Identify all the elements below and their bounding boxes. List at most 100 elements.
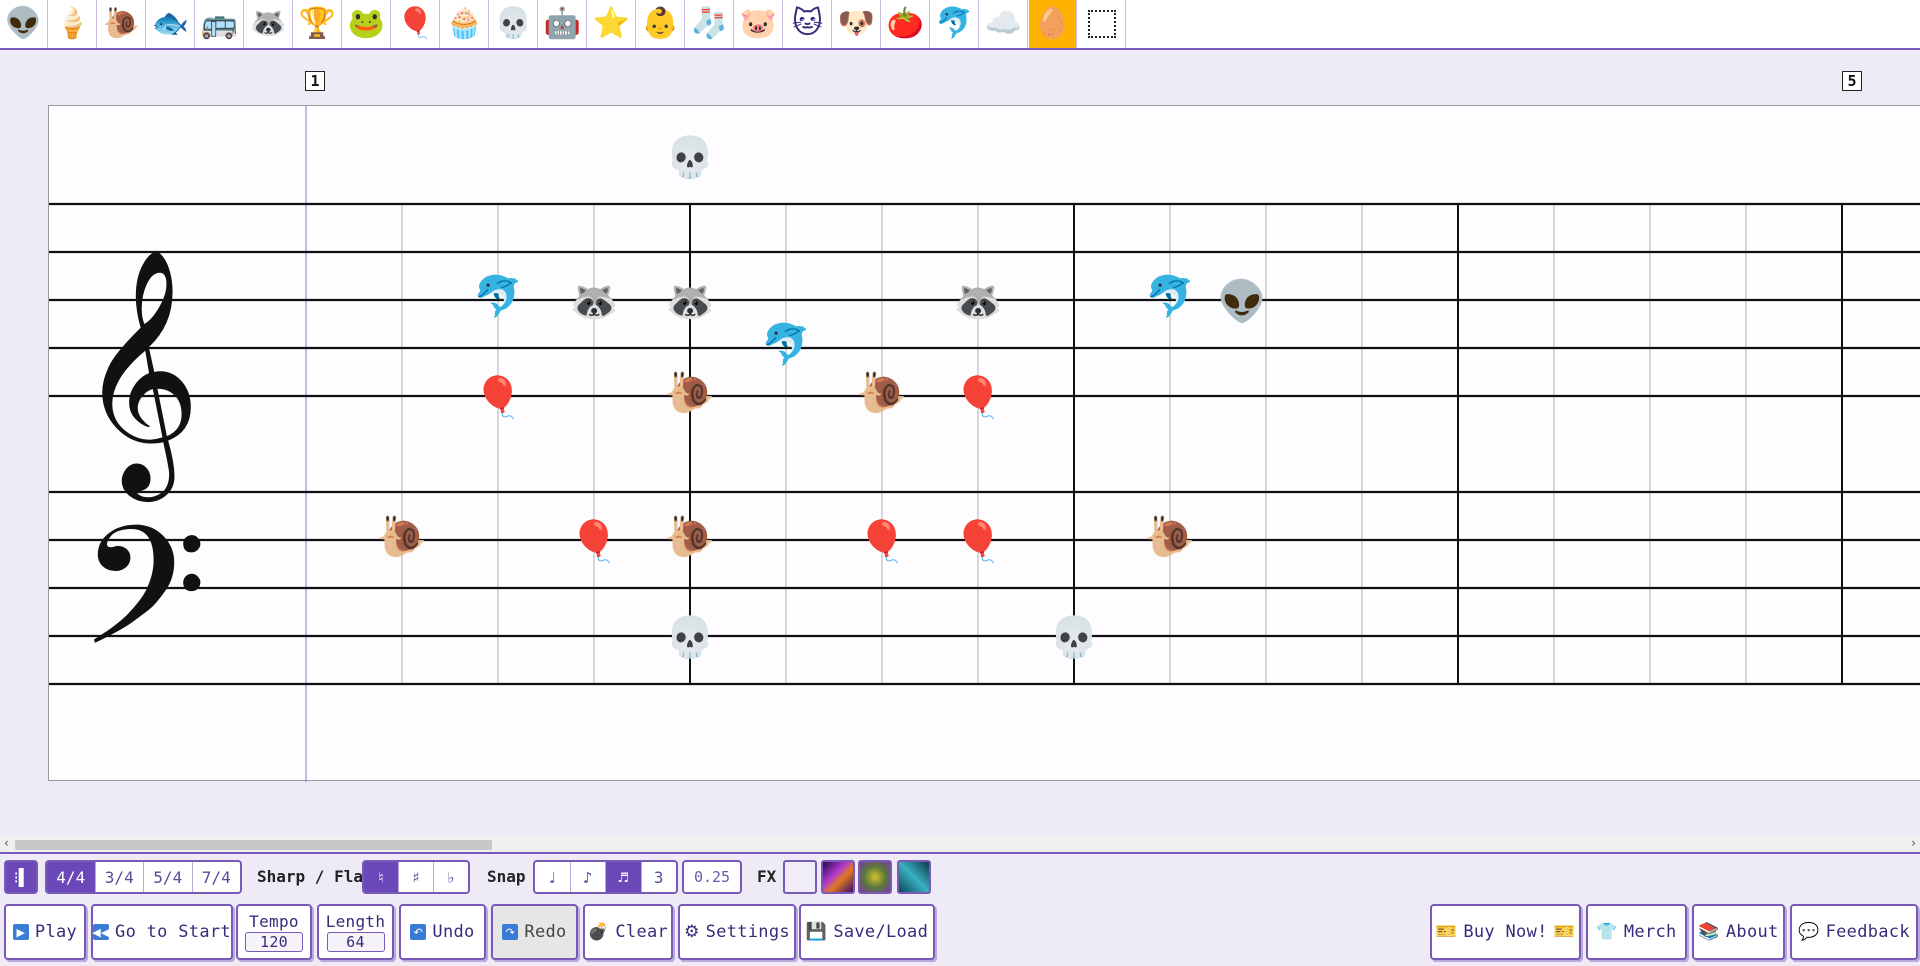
snail-icon[interactable]: 🐌 <box>98 0 146 48</box>
save-load-button[interactable]: 💾 Save/Load <box>799 904 935 960</box>
cloud-icon[interactable]: ☁️ <box>980 0 1028 48</box>
snap-option[interactable]: ♬ <box>606 862 642 892</box>
raccoon-note[interactable]: 🦝 <box>953 279 1003 325</box>
length-control[interactable]: Length 64 <box>317 904 394 960</box>
length-value[interactable]: 64 <box>326 932 385 952</box>
snap-label: Snap <box>487 867 526 886</box>
raccoon-note[interactable]: 🦝 <box>665 279 715 325</box>
measure-number: 5 <box>1842 71 1862 91</box>
alien-note[interactable]: 👽 <box>1217 277 1267 325</box>
score-canvas[interactable]: 𝄞 𝄢 💀 🐬 🦝 🦝 🦝 🐬 👽 🐬 🎈 🐌 🐌 🎈 🐌 🎈 🐌 🎈 🎈 🐌 💀 💀 <box>48 105 1920 782</box>
tempo-control[interactable]: Tempo 120 <box>236 904 312 960</box>
shirt-icon: 👕 <box>1596 922 1618 942</box>
accidental-selector[interactable]: ♮ ♯ ♭ <box>362 860 470 894</box>
redo-icon: ↷ <box>502 924 519 940</box>
skull-note[interactable]: 💀 <box>665 134 715 181</box>
scroll-thumb[interactable] <box>15 840 492 850</box>
snap-option[interactable]: ♪ <box>571 862 606 892</box>
scroll-right-icon[interactable]: › <box>1911 836 1916 850</box>
raccoon-icon[interactable]: 🦝 <box>245 0 293 48</box>
scroll-left-icon[interactable]: ‹ <box>4 836 9 850</box>
snap-selector[interactable]: ♩ ♪ ♬ 3 <box>533 860 678 894</box>
gear-icon: ⚙ <box>684 922 700 942</box>
settings-label: Settings <box>705 922 790 942</box>
snap-value-field[interactable]: 0.25 <box>682 860 742 894</box>
clear-button[interactable]: 💣 Clear <box>583 904 673 960</box>
alien-icon[interactable]: 👽 <box>0 0 48 48</box>
time-signature-option[interactable]: 5/4 <box>144 862 193 892</box>
tomato-icon[interactable]: 🍅 <box>882 0 930 48</box>
time-signature-selector[interactable]: 4/4 3/4 5/4 7/4 <box>45 860 242 894</box>
time-signature-option[interactable]: 3/4 <box>96 862 144 892</box>
ice-cream-icon[interactable]: 🍦 <box>49 0 97 48</box>
snap-option[interactable]: ♩ <box>535 862 571 892</box>
skull-note[interactable]: 💀 <box>665 614 715 661</box>
robot-icon[interactable]: 🤖 <box>539 0 587 48</box>
beach-ball-note[interactable]: 🎈 <box>569 517 619 565</box>
baby-icon[interactable]: 👶 <box>637 0 685 48</box>
fish-icon[interactable]: 🐟 <box>147 0 195 48</box>
ticket-icon: 🎫 <box>1435 922 1458 942</box>
tempo-label: Tempo <box>249 912 299 931</box>
tempo-value[interactable]: 120 <box>245 932 303 952</box>
fx-swatch-1[interactable] <box>821 860 855 894</box>
trophy-icon[interactable]: 🏆 <box>294 0 342 48</box>
buy-now-button[interactable]: 🎫 Buy Now! 🎫 <box>1430 904 1581 960</box>
beach-ball-note[interactable]: 🎈 <box>473 373 523 421</box>
snail-note[interactable]: 🐌 <box>377 514 427 560</box>
redo-label: Redo <box>524 922 567 942</box>
book-icon: 📚 <box>1698 922 1720 942</box>
feedback-button[interactable]: 💬 Feedback <box>1790 904 1918 960</box>
redo-button[interactable]: ↷ Redo <box>491 904 578 960</box>
star-icon[interactable]: ⭐ <box>588 0 636 48</box>
snail-note[interactable]: 🐌 <box>1145 514 1195 560</box>
accidental-option[interactable]: ♭ <box>434 862 468 892</box>
beach-ball-note[interactable]: 🎈 <box>953 373 1003 421</box>
dolphin-note[interactable]: 🐬 <box>473 272 523 320</box>
skull-note[interactable]: 💀 <box>1049 614 1099 661</box>
raccoon-note[interactable]: 🦝 <box>569 279 619 325</box>
sock-icon[interactable]: 🧦 <box>686 0 734 48</box>
merch-button[interactable]: 👕 Merch <box>1586 904 1687 960</box>
buy-now-label: Buy Now! <box>1463 922 1548 942</box>
about-button[interactable]: 📚 About <box>1692 904 1785 960</box>
undo-label: Undo <box>432 922 475 942</box>
skull-icon[interactable]: 💀 <box>490 0 538 48</box>
dog-icon[interactable]: 🐶 <box>833 0 881 48</box>
undo-button[interactable]: ↶ Undo <box>399 904 486 960</box>
pig-icon[interactable]: 🐷 <box>735 0 783 48</box>
school-bus-icon[interactable]: 🚌 <box>196 0 244 48</box>
merch-label: Merch <box>1623 922 1677 942</box>
go-to-start-button[interactable]: ◀◀ Go to Start <box>91 904 233 960</box>
beach-ball-note[interactable]: 🎈 <box>953 517 1003 565</box>
beach-ball-icon[interactable]: 🎈 <box>392 0 440 48</box>
time-signature-option[interactable]: 4/4 <box>47 862 96 892</box>
accidental-option[interactable]: ♯ <box>399 862 434 892</box>
dolphin-icon[interactable]: 🐬 <box>931 0 979 48</box>
select-box-icon[interactable] <box>1078 0 1126 48</box>
fx-swatch-3[interactable] <box>897 860 931 894</box>
save-load-label: Save/Load <box>833 922 929 942</box>
settings-button[interactable]: ⚙ Settings <box>678 904 796 960</box>
cat-icon[interactable]: 🐱 <box>784 0 832 48</box>
eraser-icon[interactable]: 🥚 <box>1029 0 1077 48</box>
beach-ball-note[interactable]: 🎈 <box>857 517 907 565</box>
time-signature-option[interactable]: 7/4 <box>193 862 241 892</box>
dolphin-note[interactable]: 🐬 <box>1145 272 1195 320</box>
toggle-panel-button[interactable]: ⁝▌ <box>4 860 38 894</box>
snail-note[interactable]: 🐌 <box>857 370 907 416</box>
snail-note[interactable]: 🐌 <box>665 514 715 560</box>
cupcake-icon[interactable]: 🧁 <box>441 0 489 48</box>
play-button[interactable]: ▶ Play <box>4 904 86 960</box>
fx-none-swatch[interactable] <box>783 860 817 894</box>
horizontal-scrollbar[interactable]: ‹ › <box>0 836 1920 852</box>
frog-icon[interactable]: 🐸 <box>343 0 391 48</box>
snap-option[interactable]: 3 <box>642 862 677 892</box>
fx-swatch-2[interactable] <box>858 860 892 894</box>
accidental-option[interactable]: ♮ <box>364 862 399 892</box>
play-icon: ▶ <box>12 924 29 940</box>
staff-grid[interactable]: 𝄞𝄢 💀 🐬 🦝 🦝 🦝 🐬 👽 🐬 🎈 🐌 🐌 🎈 🐌 🎈 🐌 🎈 🎈 🐌 💀 💀 <box>49 106 1920 782</box>
snail-note[interactable]: 🐌 <box>665 370 715 416</box>
dolphin-note[interactable]: 🐬 <box>761 320 811 368</box>
ticket-icon: 🎫 <box>1553 922 1576 942</box>
